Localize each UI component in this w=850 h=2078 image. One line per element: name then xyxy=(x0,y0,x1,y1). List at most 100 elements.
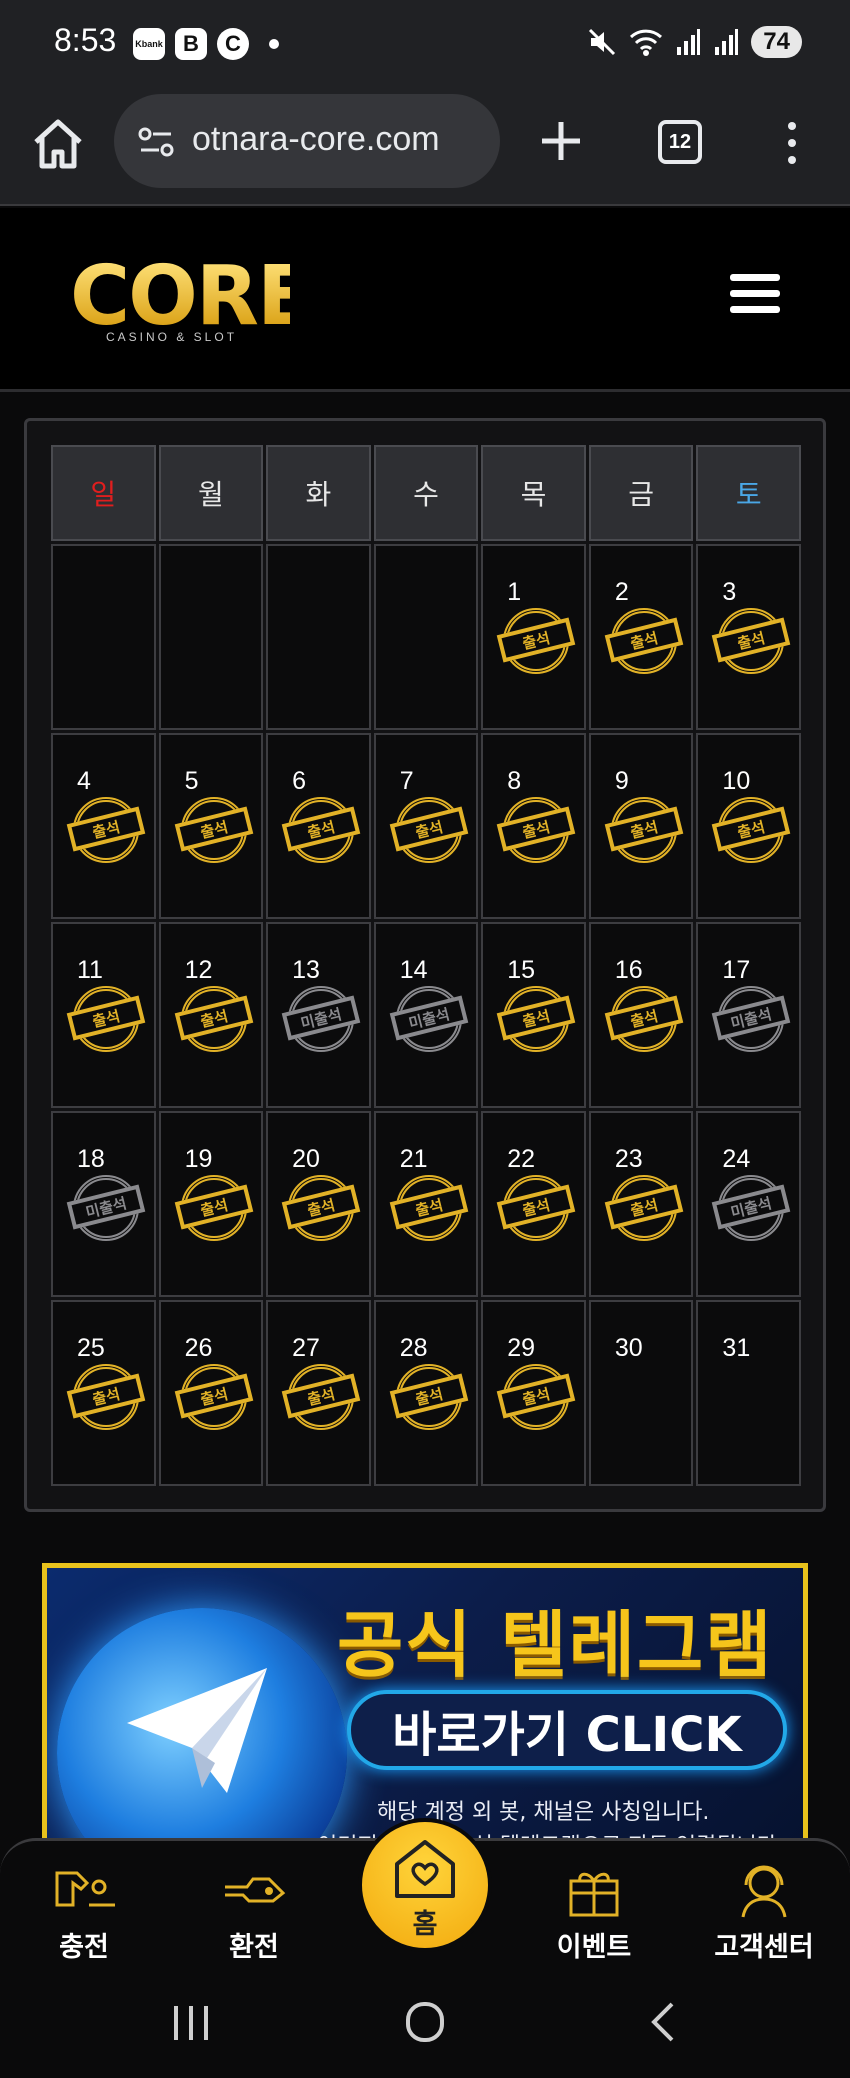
day-number: 1 xyxy=(507,578,522,606)
signal-icon-2 xyxy=(715,29,739,55)
back-icon[interactable] xyxy=(640,2000,690,2044)
empty-day-cell xyxy=(266,544,371,730)
banner-cta-button[interactable]: 바로가기 CLICK xyxy=(347,1690,787,1770)
home-icon[interactable] xyxy=(30,116,86,172)
new-tab-icon[interactable] xyxy=(536,116,586,166)
day-number: 4 xyxy=(77,767,91,795)
charge-icon xyxy=(55,1871,115,1907)
nav-charge[interactable]: 충전 xyxy=(24,1859,144,1964)
day-cell: 19 출석 xyxy=(158,1111,264,1297)
day-cell: 8 출석 xyxy=(481,733,586,919)
hamburger-menu-icon[interactable] xyxy=(730,274,780,318)
site-settings-icon[interactable] xyxy=(136,122,176,162)
weekday-friday: 금 xyxy=(588,445,694,541)
more-notifications-dot xyxy=(269,39,279,49)
day-cell: 16 출석 xyxy=(588,922,694,1108)
url-text[interactable]: otnara-core.com xyxy=(192,120,492,159)
day-number: 2 xyxy=(614,578,629,606)
nav-exchange-label: 환전 xyxy=(229,1932,279,1963)
nav-home-label: 홈 xyxy=(412,1909,438,1940)
attended-stamp-icon: 출석 xyxy=(496,1175,576,1241)
day-number: 30 xyxy=(614,1334,643,1362)
notification-icons: Kbank B C xyxy=(133,28,279,60)
nav-home-button[interactable]: 홈 xyxy=(358,1818,492,1952)
day-number: 11 xyxy=(77,956,103,984)
attended-stamp-icon: 출석 xyxy=(389,1364,468,1430)
empty-day-cell xyxy=(158,544,264,730)
attended-stamp-icon: 출석 xyxy=(174,986,253,1052)
weekday-wednesday: 수 xyxy=(373,445,479,541)
day-number: 29 xyxy=(507,1334,536,1362)
banner-title: 공식 텔레그램 xyxy=(337,1603,774,1687)
day-number: 22 xyxy=(507,1145,536,1173)
day-number: 27 xyxy=(292,1334,320,1362)
signal-icon xyxy=(677,29,701,55)
day-cell: 13 미출석 xyxy=(266,922,371,1108)
telegram-plane-icon xyxy=(127,1668,267,1793)
day-cell: 31 xyxy=(696,1300,801,1486)
day-number: 13 xyxy=(292,956,320,984)
nav-event[interactable]: 이벤트 xyxy=(534,1859,654,1964)
tab-switcher-button[interactable]: 12 xyxy=(658,120,702,164)
day-cell: 12 출석 xyxy=(158,922,264,1108)
nav-support-label: 고객센터 xyxy=(714,1932,814,1963)
more-menu-icon[interactable] xyxy=(780,118,804,168)
attended-stamp-icon: 출석 xyxy=(496,608,576,674)
attended-stamp-icon: 출석 xyxy=(389,1175,468,1241)
day-cell: 9 출석 xyxy=(588,733,694,919)
address-bar[interactable]: otnara-core.com xyxy=(114,94,500,188)
day-cell: 29 출석 xyxy=(481,1300,586,1486)
attended-stamp-icon: 출석 xyxy=(496,986,576,1052)
day-cell: 14 미출석 xyxy=(373,922,479,1108)
day-cell: 2 출석 xyxy=(588,544,694,730)
day-cell: 10 출석 xyxy=(696,733,801,919)
recent-apps-icon[interactable] xyxy=(166,2000,216,2044)
day-cell: 24 미출석 xyxy=(696,1111,801,1297)
weekday-thursday: 목 xyxy=(481,445,586,541)
attended-stamp-icon: 출석 xyxy=(604,797,684,863)
day-number: 19 xyxy=(184,1145,213,1173)
nav-event-label: 이벤트 xyxy=(556,1932,632,1963)
day-number: 3 xyxy=(722,578,737,606)
kbank-app-icon: Kbank xyxy=(133,28,165,60)
attended-stamp-icon: 출석 xyxy=(281,797,361,863)
attended-stamp-icon: 출석 xyxy=(174,1175,253,1241)
nav-charge-label: 충전 xyxy=(59,1932,109,1963)
weekday-sunday: 일 xyxy=(51,445,156,541)
day-number: 15 xyxy=(507,956,536,984)
browser-toolbar: otnara-core.com 12 xyxy=(0,88,850,206)
attended-stamp-icon: 출석 xyxy=(389,797,468,863)
home-heart-icon xyxy=(395,1840,455,1898)
nav-support[interactable]: 고객센터 xyxy=(704,1859,824,1964)
day-cell: 4 출석 xyxy=(51,733,156,919)
day-number: 7 xyxy=(399,767,414,795)
attended-stamp-icon: 출석 xyxy=(604,1175,684,1241)
attendance-calendar: 일 월 화 수 목 금 토 1 출석 2 출석 3 출석 4 출석 5 출석 6 출석 7 출석 8 출석 9 출… xyxy=(24,418,826,1512)
day-number: 21 xyxy=(399,1145,428,1173)
day-number: 8 xyxy=(507,767,522,795)
attended-stamp-icon: 출석 xyxy=(496,797,576,863)
missed-stamp-icon: 미출석 xyxy=(389,986,468,1052)
day-cell: 26 출석 xyxy=(158,1300,264,1486)
attended-stamp-icon: 출석 xyxy=(712,797,791,863)
day-number: 28 xyxy=(399,1334,428,1362)
mute-icon xyxy=(589,28,616,56)
attended-stamp-icon: 출석 xyxy=(496,1364,576,1430)
day-number: 25 xyxy=(77,1334,105,1362)
core-logo[interactable]: CORE CASINO & SLOT xyxy=(70,256,313,348)
day-cell: 18 미출석 xyxy=(51,1111,156,1297)
day-cell: 22 출석 xyxy=(481,1111,586,1297)
day-cell: 6 출석 xyxy=(266,733,371,919)
day-number: 23 xyxy=(614,1145,643,1173)
attended-stamp-icon: 출석 xyxy=(66,986,146,1052)
nav-exchange[interactable]: 환전 xyxy=(194,1859,314,1964)
attended-stamp-icon: 출석 xyxy=(281,1364,361,1430)
c-app-icon: C xyxy=(217,28,249,60)
empty-day-cell xyxy=(373,544,479,730)
attended-stamp-icon: 출석 xyxy=(174,797,253,863)
missed-stamp-icon: 미출석 xyxy=(712,1175,791,1241)
day-number: 14 xyxy=(399,956,428,984)
missed-stamp-icon: 미출석 xyxy=(281,986,361,1052)
attended-stamp-icon: 출석 xyxy=(174,1364,253,1430)
home-button-icon[interactable] xyxy=(400,2000,450,2044)
